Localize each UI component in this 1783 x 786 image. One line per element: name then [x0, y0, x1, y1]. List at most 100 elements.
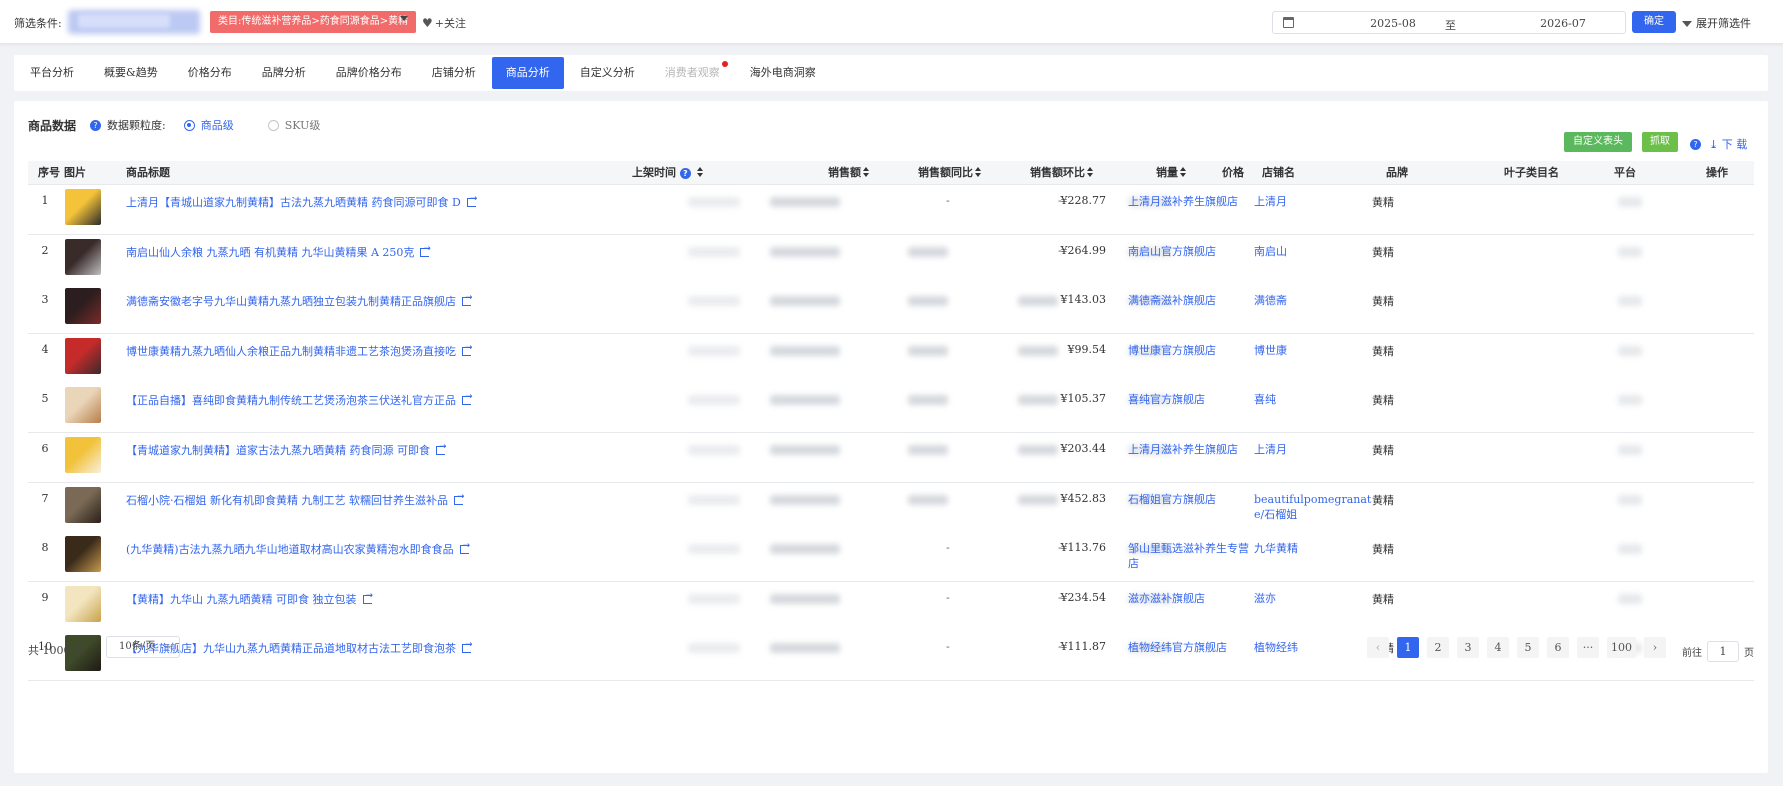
help-icon[interactable]: ?: [90, 119, 101, 131]
page-button[interactable]: 6: [1547, 637, 1569, 658]
product-thumbnail[interactable]: [65, 585, 101, 622]
next-page-button[interactable]: ›: [1644, 637, 1666, 658]
date-start[interactable]: 2025-08: [1353, 17, 1433, 30]
radio-item-level-label[interactable]: 商品级: [201, 117, 234, 133]
shop-name-link[interactable]: 邹山里甄选滋补养生专营店: [1128, 541, 1250, 571]
brand-link[interactable]: beautifulpomegranate/石榴姐: [1254, 492, 1372, 522]
page-button[interactable]: 1: [1397, 637, 1419, 658]
tab-platform[interactable]: 平台分析: [16, 57, 88, 89]
radio-item-level[interactable]: [183, 119, 195, 131]
external-link-icon[interactable]: [462, 640, 473, 654]
external-link-icon[interactable]: [362, 591, 373, 604]
brand-link[interactable]: 植物经纬: [1254, 640, 1372, 655]
product-thumbnail[interactable]: [65, 238, 101, 275]
sort-icon[interactable]: [696, 167, 703, 177]
brand-link[interactable]: 上清月: [1254, 442, 1372, 457]
external-link-icon[interactable]: [453, 492, 465, 505]
page-button[interactable]: 100: [1607, 637, 1636, 658]
tab-product[interactable]: 商品分析: [491, 57, 564, 89]
product-title-link[interactable]: 博世康黄精九蒸九晒仙人余粮正品九制黄精非遗工艺茶泡煲汤直接吃: [126, 343, 473, 359]
product-thumbnail[interactable]: [65, 486, 101, 523]
col-sales-yoy[interactable]: 销售额同比: [918, 161, 981, 185]
custom-header-button[interactable]: 自定义表头: [1564, 132, 1632, 152]
shop-name-link[interactable]: 南启山官方旗舰店: [1128, 244, 1250, 259]
brand-link[interactable]: 九华黄精: [1254, 541, 1372, 556]
col-sales[interactable]: 销售额: [828, 161, 869, 185]
sort-icon[interactable]: [1180, 167, 1186, 177]
product-thumbnail[interactable]: [65, 189, 101, 225]
external-link-icon[interactable]: [462, 293, 473, 307]
product-title-link[interactable]: (九华黄精)古法九蒸九晒九华山地道取材高山农家黄精泡水即食食品: [126, 541, 470, 557]
page-button[interactable]: 2: [1427, 637, 1449, 658]
expand-filter-button[interactable]: 展开筛选件: [1682, 15, 1751, 31]
help-icon[interactable]: ?: [679, 168, 691, 179]
date-end[interactable]: 2026-07: [1523, 17, 1603, 30]
product-title-link[interactable]: 【青城道家九制黄精】道家古法九蒸九晒黄精 药食同源 可即食: [126, 442, 447, 458]
confirm-button[interactable]: 确定: [1632, 11, 1676, 33]
granularity-selector: ? 数据颗粒度: 商品级 SKU级: [90, 117, 320, 133]
external-link-icon[interactable]: [420, 244, 431, 257]
radio-sku-level-label[interactable]: SKU级: [285, 117, 321, 133]
brand-link[interactable]: 博世康: [1254, 343, 1372, 358]
shop-name-link[interactable]: 植物经纬官方旗舰店: [1128, 640, 1250, 655]
page-button[interactable]: 3: [1457, 637, 1479, 658]
external-link-icon[interactable]: [462, 343, 473, 356]
product-thumbnail[interactable]: [65, 337, 101, 374]
col-listed-time[interactable]: 上架时间 ?: [632, 161, 703, 185]
page-ellipsis[interactable]: ···: [1577, 637, 1599, 658]
shop-name-link[interactable]: 上清月滋补养生旗舰店: [1128, 194, 1250, 209]
external-link-icon[interactable]: [462, 392, 473, 406]
shop-name-link[interactable]: 上清月滋补养生旗舰店: [1128, 442, 1250, 457]
help-icon[interactable]: ?: [1690, 138, 1701, 150]
shop-name-link[interactable]: 喜纯官方旗舰店: [1128, 392, 1250, 407]
follow-button[interactable]: ♥ +关注: [422, 15, 466, 31]
tab-brand-price[interactable]: 品牌价格分布: [322, 57, 416, 89]
brand-link[interactable]: 满德斋: [1254, 293, 1372, 308]
tab-shop[interactable]: 店铺分析: [418, 57, 490, 89]
col-volume[interactable]: 销量: [1156, 161, 1186, 185]
sort-icon[interactable]: [975, 167, 981, 177]
page-button[interactable]: 4: [1487, 637, 1509, 658]
shop-name-link[interactable]: 滋亦滋补旗舰店: [1128, 591, 1250, 606]
shop-name-link[interactable]: 博世康官方旗舰店: [1128, 343, 1250, 358]
product-thumbnail[interactable]: [65, 288, 101, 325]
brand-link[interactable]: 上清月: [1254, 194, 1372, 209]
tab-overseas[interactable]: 海外电商洞察: [736, 57, 830, 89]
col-sales-mom[interactable]: 销售额环比: [1030, 161, 1093, 185]
external-link-icon[interactable]: [459, 541, 470, 555]
brand-link[interactable]: 南启山: [1254, 244, 1372, 259]
tab-price-distribution[interactable]: 价格分布: [174, 57, 246, 89]
category-tag[interactable]: 类目:传统滋补营养品>药食同源食品>黄精: [210, 11, 417, 33]
sort-icon[interactable]: [863, 167, 869, 177]
goto-page-input[interactable]: 1: [1707, 641, 1739, 662]
tab-brand[interactable]: 品牌分析: [248, 57, 320, 89]
external-link-icon[interactable]: [466, 194, 477, 207]
sort-icon[interactable]: [1087, 167, 1093, 177]
page-size-select[interactable]: 10条/页: [106, 636, 180, 658]
page-button[interactable]: 5: [1517, 637, 1539, 658]
product-thumbnail[interactable]: [65, 387, 101, 424]
tab-custom[interactable]: 自定义分析: [566, 57, 649, 89]
brand-link[interactable]: 喜纯: [1254, 392, 1372, 407]
shop-name-link[interactable]: 石榴姐官方旗舰店: [1128, 492, 1250, 507]
chevron-down-icon[interactable]: [400, 16, 408, 21]
product-title-link[interactable]: 南启山仙人余粮 九蒸九晒 有机黄精 九华山黄精果 A 250克: [126, 244, 431, 260]
tab-consumer[interactable]: 消费者观察: [651, 57, 734, 89]
product-thumbnail[interactable]: [65, 437, 101, 473]
product-title-link[interactable]: 满德斋安徽老字号九华山黄精九蒸九晒独立包装九制黄精正品旗舰店: [126, 293, 473, 309]
brand-link[interactable]: 滋亦: [1254, 591, 1372, 606]
product-title-link[interactable]: 石榴小院·石榴姐 新化有机即食黄精 九制工艺 软糯回甘养生滋补品: [126, 492, 465, 508]
product-thumbnail[interactable]: [65, 536, 101, 573]
shop-name-link[interactable]: 满德斋滋补旗舰店: [1128, 293, 1250, 308]
product-title-link[interactable]: 【正品自播】喜纯即食黄精九制传统工艺煲汤泡茶三伏送礼官方正品: [126, 392, 473, 408]
external-link-icon[interactable]: [436, 442, 447, 455]
tab-overview[interactable]: 概要&趋势: [90, 57, 172, 89]
col-image: 图片: [64, 166, 86, 179]
prev-page-button[interactable]: ‹: [1367, 637, 1389, 658]
radio-sku-level[interactable]: [267, 119, 279, 131]
product-title-link[interactable]: 【黄精】九华山 九蒸九晒黄精 可即食 独立包装: [126, 591, 373, 607]
date-range-picker[interactable]: 2025-08 至 2026-07: [1272, 11, 1626, 34]
download-button[interactable]: ⤓ 下 载: [1709, 136, 1747, 152]
product-title-link[interactable]: 上清月【青城山道家九制黄精】古法九蒸九晒黄精 药食同源可即食 D: [126, 194, 477, 210]
fetch-button[interactable]: 抓取: [1642, 132, 1678, 152]
